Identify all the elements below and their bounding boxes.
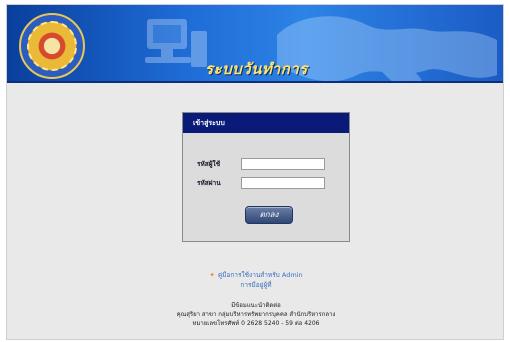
submit-button[interactable]: ตกลง	[245, 206, 293, 224]
computer-graphic	[145, 19, 207, 67]
username-input[interactable]	[241, 158, 325, 170]
organization-seal-logo	[19, 13, 85, 79]
password-row: รหัสผ่าน	[197, 176, 325, 190]
login-header: เข้าสู่ระบบ	[183, 113, 349, 133]
app-title: ระบบวันทำการ	[205, 60, 308, 78]
password-label: รหัสผ่าน	[197, 179, 221, 187]
bullet-icon: ✦	[209, 271, 215, 279]
header-banner: ระบบวันทำการ	[7, 5, 503, 83]
user-manual-link[interactable]: การมีอยู่ผู้ที่	[240, 281, 271, 289]
banner-divider	[7, 81, 503, 83]
contact-line-2: หมายเลขโทรศัพท์ 0 2628 5240 - 59 ต่อ 420…	[192, 320, 320, 327]
username-row: รหัสผู้ใช้	[197, 157, 325, 171]
login-panel: เข้าสู่ระบบ รหัสผู้ใช้ รหัสผ่าน ตกลง	[182, 112, 350, 242]
admin-manual-link[interactable]: คู่มือการใช้งานสำหรับ Admin	[218, 271, 303, 279]
admin-manual-link-row: ✦ คู่มือการใช้งานสำหรับ Admin	[7, 270, 503, 280]
user-manual-link-row: การมีอยู่ผู้ที่	[7, 280, 503, 290]
page-frame: ระบบวันทำการ เข้าสู่ระบบ รหัสผู้ใช้ รหัส…	[6, 4, 504, 340]
username-label: รหัสผู้ใช้	[197, 160, 221, 168]
password-input[interactable]	[241, 177, 325, 189]
